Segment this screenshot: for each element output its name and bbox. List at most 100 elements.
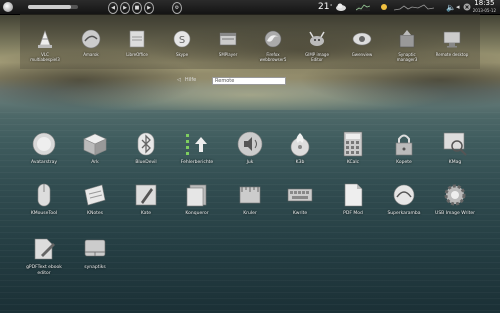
app-konqueror[interactable]: Konqueror (172, 182, 222, 217)
ruler-icon (237, 182, 263, 208)
launcher-label: Remote desktop (435, 52, 469, 57)
launcher-item-skype[interactable]: S Skype (159, 29, 205, 57)
lock-icon (391, 131, 417, 157)
launcher-label: GIMP image Editor (305, 52, 329, 62)
bluetooth-icon (133, 131, 159, 157)
media-next-icon[interactable]: ▶ (144, 2, 154, 14)
app-label: Kwrite (292, 211, 308, 216)
media-previous-icon[interactable]: ◀ (108, 2, 118, 14)
app-label: Kate (140, 211, 152, 216)
app-label: Fehlerberichte (180, 160, 214, 165)
app-juk[interactable]: Juk (225, 131, 275, 166)
gimp-icon (307, 29, 327, 49)
search-label: Hilfe (184, 77, 197, 83)
settings-icon[interactable]: ⚙ (172, 2, 182, 14)
media-stop-icon[interactable]: ■ (132, 2, 142, 14)
network-graph (394, 2, 434, 12)
launcher-label: SMPlayer (218, 52, 238, 57)
app-label: gPDFText ebook editor (26, 265, 62, 276)
app-usb-image-writer[interactable]: USB Image Writer (430, 182, 480, 217)
app-label: PDF Mod (343, 211, 363, 216)
close-icon[interactable] (463, 2, 471, 12)
app-gpdftext[interactable]: gPDFText ebook editor (19, 236, 69, 277)
speaker-icon (237, 131, 263, 157)
volume-icon[interactable]: 🔈 (446, 2, 456, 12)
firefox-icon (263, 29, 283, 49)
launcher-label: LibreOffice (126, 52, 148, 57)
app-label: Konqueror (185, 211, 209, 216)
app-kmag[interactable]: KMag (430, 131, 480, 166)
app-label: Kopete (396, 160, 412, 165)
weather-cloud-icon[interactable] (336, 2, 346, 12)
launcher-item-amarok[interactable]: Amarok (68, 29, 114, 57)
app-label: Avatarstray (31, 160, 57, 165)
magnifier-icon (442, 131, 468, 157)
app-kmousetool[interactable]: KMouseTool (19, 182, 69, 217)
gear-icon (442, 182, 468, 208)
launcher-label: Amarok (83, 52, 99, 57)
launcher-label: Synaptic manager3 (396, 52, 418, 62)
synaptic-icon (397, 29, 417, 49)
launcher-label: Firefox webbrowser5 (259, 52, 287, 62)
launcher-label: Gwenview (351, 52, 373, 57)
avatar-icon (31, 131, 57, 157)
media-play-icon[interactable]: ▶ (120, 2, 130, 14)
launcher-item-firefox[interactable]: Firefox webbrowser5 (250, 29, 296, 62)
launcher-item-smplayer[interactable]: SMPlayer (205, 29, 251, 57)
app-pdf-mod[interactable]: PDF Mod (328, 182, 378, 217)
app-avatarstray[interactable]: Avatarstray (19, 131, 69, 166)
speaker-small-icon: ◁ (177, 77, 181, 83)
arrow-icon[interactable]: ◂ (456, 2, 460, 12)
keyboard-icon (287, 182, 313, 208)
app-synaptiks[interactable]: synaptiks (70, 236, 120, 271)
launcher-item-libreoffice[interactable]: LibreOffice (114, 29, 160, 57)
skype-icon: S (172, 29, 192, 49)
app-kruler[interactable]: Kruler (225, 182, 275, 217)
launcher-item-synaptic[interactable]: Synaptic manager3 (384, 29, 430, 62)
sun-icon[interactable] (380, 2, 388, 12)
k3b-flame-icon (287, 131, 313, 157)
launcher-item-gwenview[interactable]: Gwenview (339, 29, 385, 57)
kde-menu-button[interactable] (3, 2, 13, 12)
pdf-editor-icon (31, 236, 57, 262)
launcher-item-remote-desktop[interactable]: Remote desktop (429, 29, 475, 57)
app-fehlerberichte[interactable]: Fehlerberichte (172, 131, 222, 166)
vlc-cone-icon (35, 29, 55, 49)
app-label: Superkaramba (387, 211, 421, 216)
app-label: Kruler (243, 211, 257, 216)
pdf-icon (340, 182, 366, 208)
app-label: synaptiks (84, 265, 106, 270)
search-label-group: ◁ Hilfe (177, 77, 196, 83)
app-k3b[interactable]: K3b (275, 131, 325, 166)
temperature: 21 (318, 2, 330, 12)
degree-sign: ° (330, 4, 333, 10)
mouse-icon (31, 182, 57, 208)
upload-arrow-icon (184, 131, 210, 157)
app-label: Ark (91, 160, 99, 165)
notes-icon (82, 182, 108, 208)
search-input[interactable] (212, 77, 286, 85)
clock[interactable]: 18:35 2013-05-12 (473, 0, 496, 13)
app-bluedevil[interactable]: BlueDevil (121, 131, 171, 166)
launcher-item-vlc[interactable]: VLC multiabespiel3 (22, 29, 68, 62)
app-label: USB Image Writer (435, 211, 475, 216)
touchpad-icon (82, 236, 108, 262)
calculator-icon (340, 131, 366, 157)
app-kopete[interactable]: Kopete (379, 131, 429, 166)
app-label: KNotes (87, 211, 103, 216)
app-label: KMag (448, 160, 462, 165)
app-kate[interactable]: Kate (121, 182, 171, 217)
app-kcalc[interactable]: KCalc (328, 131, 378, 166)
activity-progress-bar (28, 5, 78, 9)
svg-text:S: S (179, 35, 185, 46)
app-knotes[interactable]: KNotes (70, 182, 120, 217)
libreoffice-icon (127, 29, 147, 49)
launcher-item-gimp[interactable]: GIMP image Editor (294, 29, 340, 62)
browser-icon (184, 182, 210, 208)
smplayer-icon (218, 29, 238, 49)
app-ark[interactable]: Ark (70, 131, 120, 166)
top-panel: ◀ ▶ ■ ▶ ⚙ 21 ° 🔈 ◂ 18:35 2013-05-12 (0, 0, 500, 15)
app-superkaramba[interactable]: Superkaramba (379, 182, 429, 217)
launcher-label: Skype (175, 52, 189, 57)
app-kwrite[interactable]: Kwrite (275, 182, 325, 217)
